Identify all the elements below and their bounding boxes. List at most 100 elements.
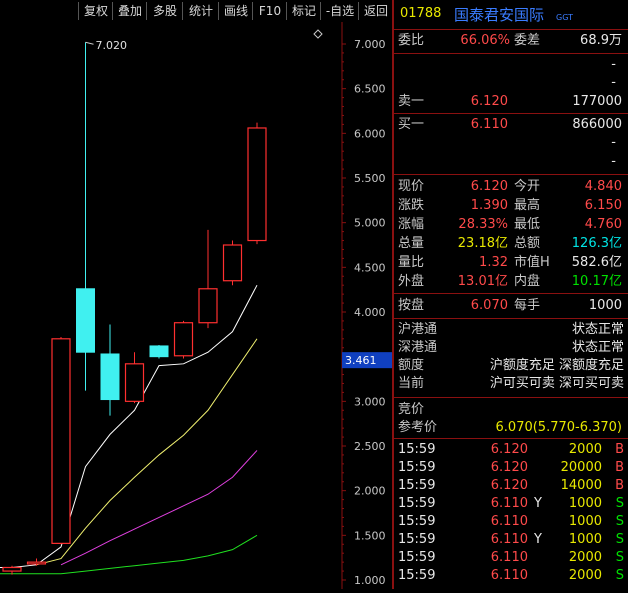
candle-body[interactable] — [173, 322, 194, 357]
weicha-label: 委差 — [514, 33, 541, 48]
toolbar-huaxian-button[interactable]: 画线 — [218, 2, 253, 20]
stat-value: 126.3亿 — [571, 236, 622, 251]
stat-label: 涨幅 — [398, 217, 425, 232]
tick-time: 15:59 — [398, 460, 436, 475]
toolbar-zixuan-button[interactable]: -自选 — [320, 2, 359, 20]
toolbar-back-button[interactable]: 返回 — [358, 2, 393, 20]
tick-side: B — [615, 460, 624, 475]
stock-connect-row: 深港通 状态正常 — [394, 339, 628, 357]
candle-body[interactable] — [100, 353, 120, 401]
bid2-value: - — [611, 135, 616, 150]
stat-label: 今开 — [514, 179, 541, 194]
ma-line-3 — [0, 534, 258, 575]
diamond-icon — [313, 29, 323, 39]
tick-side: B — [615, 442, 624, 457]
anpan-value: 6.070 — [470, 298, 508, 313]
candle-body[interactable] — [247, 127, 267, 242]
ma-line-2 — [60, 450, 258, 566]
y-tick-label: 5.500 — [354, 172, 386, 185]
tick-row: 15:59 6.110 1000 S — [394, 513, 628, 531]
stats-row: 涨跌 1.390 最高 6.150 — [394, 197, 628, 215]
bid3-value: - — [611, 154, 616, 169]
tick-flag: Y — [534, 532, 542, 547]
tick-price: 6.110 — [490, 496, 528, 511]
connect-label: 额度 — [398, 358, 425, 373]
quote-panel: 01788 国泰君安国际 GGT 委比 66.06% 委差 68.9万 - - … — [394, 0, 628, 589]
jingjia-label: 竞价 — [398, 402, 425, 417]
stats-row: 外盘 13.01亿 内盘 10.17亿 — [394, 273, 628, 291]
divider — [394, 53, 628, 54]
stat-value: 582.6亿 — [571, 255, 622, 270]
sell1-volume: 177000 — [572, 94, 622, 109]
buy1-volume: 866000 — [572, 117, 622, 132]
buy1-label: 买一 — [398, 117, 425, 132]
stock-connect-row: 当前 沪可买可卖 深可买可卖 — [394, 375, 628, 393]
tick-row: 15:59 6.110 2000 S — [394, 549, 628, 567]
stat-value: 10.17亿 — [571, 274, 622, 289]
tick-row: 15:59 6.120 20000 B — [394, 459, 628, 477]
stat-label: 现价 — [398, 179, 425, 194]
stat-label: 涨跌 — [398, 198, 425, 213]
tick-time: 15:59 — [398, 478, 436, 493]
tick-side: S — [615, 514, 624, 529]
toolbar-f10-button[interactable]: F10 — [252, 2, 287, 20]
tick-side: S — [615, 532, 624, 547]
toolbar-tongji-button[interactable]: 统计 — [182, 2, 219, 20]
ref-price-row: 参考价 6.070(5.770-6.370) — [394, 419, 628, 437]
stat-label: 量比 — [398, 255, 425, 270]
y-tick-label: 6.000 — [354, 127, 386, 140]
candle-body[interactable] — [124, 363, 145, 402]
tick-side: B — [615, 478, 624, 493]
toolbar-fuquan-button[interactable]: 复权 — [78, 2, 113, 20]
meishou-value: 1000 — [588, 298, 622, 313]
candle-body[interactable] — [51, 338, 71, 544]
toolbar-diejia-button[interactable]: 叠加 — [112, 2, 147, 20]
stat-value: 6.150 — [584, 198, 622, 213]
divider — [394, 174, 628, 175]
candle-body[interactable] — [76, 288, 95, 353]
stock-name: 国泰君安国际 — [454, 6, 545, 24]
tick-row: 15:59 6.120 2000 B — [394, 441, 628, 459]
tick-side: S — [615, 550, 624, 565]
stat-value: 28.33% — [458, 217, 508, 232]
tick-price: 6.120 — [490, 442, 528, 457]
toolbar-duogu-button[interactable]: 多股 — [146, 2, 183, 20]
y-tick-label: 6.500 — [354, 83, 386, 96]
weibi-row: 委比 66.06% 委差 68.9万 — [394, 32, 628, 50]
tick-row: 15:59 6.110 Y 1000 S — [394, 531, 628, 549]
candle-body[interactable] — [2, 566, 22, 572]
candle-body[interactable] — [149, 345, 169, 358]
y-tick-label: 4.000 — [354, 306, 386, 319]
kline-chart[interactable]: 7.0006.5006.0005.5005.0004.5004.0003.500… — [0, 22, 392, 589]
candle-body[interactable] — [26, 561, 47, 565]
y-tick-label: 5.000 — [354, 217, 386, 230]
stat-label: 总额 — [514, 236, 541, 251]
tick-time: 15:59 — [398, 442, 436, 457]
tick-price: 6.110 — [490, 568, 528, 583]
stat-label: 最低 — [514, 217, 541, 232]
y-tick-label: 4.500 — [354, 261, 386, 274]
bid-dash-row: - — [394, 153, 628, 171]
candle-body[interactable] — [198, 288, 218, 324]
connect-value: 沪额度充足 深额度充足 — [489, 358, 624, 373]
candle-body[interactable] — [222, 244, 243, 282]
divider — [394, 397, 628, 398]
sell1-label: 卖一 — [398, 94, 425, 109]
stat-value: 1.32 — [479, 255, 508, 270]
tick-volume: 1000 — [568, 514, 602, 529]
stock-connect-row: 沪港通 状态正常 — [394, 321, 628, 339]
stats-row: 涨幅 28.33% 最低 4.760 — [394, 216, 628, 234]
tick-volume: 1000 — [568, 532, 602, 547]
tick-price: 6.120 — [490, 460, 528, 475]
ref-price-label: 参考价 — [398, 420, 438, 435]
toolbar-biaoji-button[interactable]: 标记 — [286, 2, 321, 20]
stats-row: 总量 23.18亿 总额 126.3亿 — [394, 235, 628, 253]
y-tick-label: 2.500 — [354, 440, 386, 453]
tick-row: 15:59 6.110 Y 1000 S — [394, 495, 628, 513]
connect-label: 沪港通 — [398, 322, 438, 337]
weicha-value: 68.9万 — [580, 33, 622, 48]
ma-line-0 — [0, 284, 258, 568]
tick-time: 15:59 — [398, 550, 436, 565]
tick-time: 15:59 — [398, 532, 436, 547]
high-pointer — [85, 41, 94, 45]
